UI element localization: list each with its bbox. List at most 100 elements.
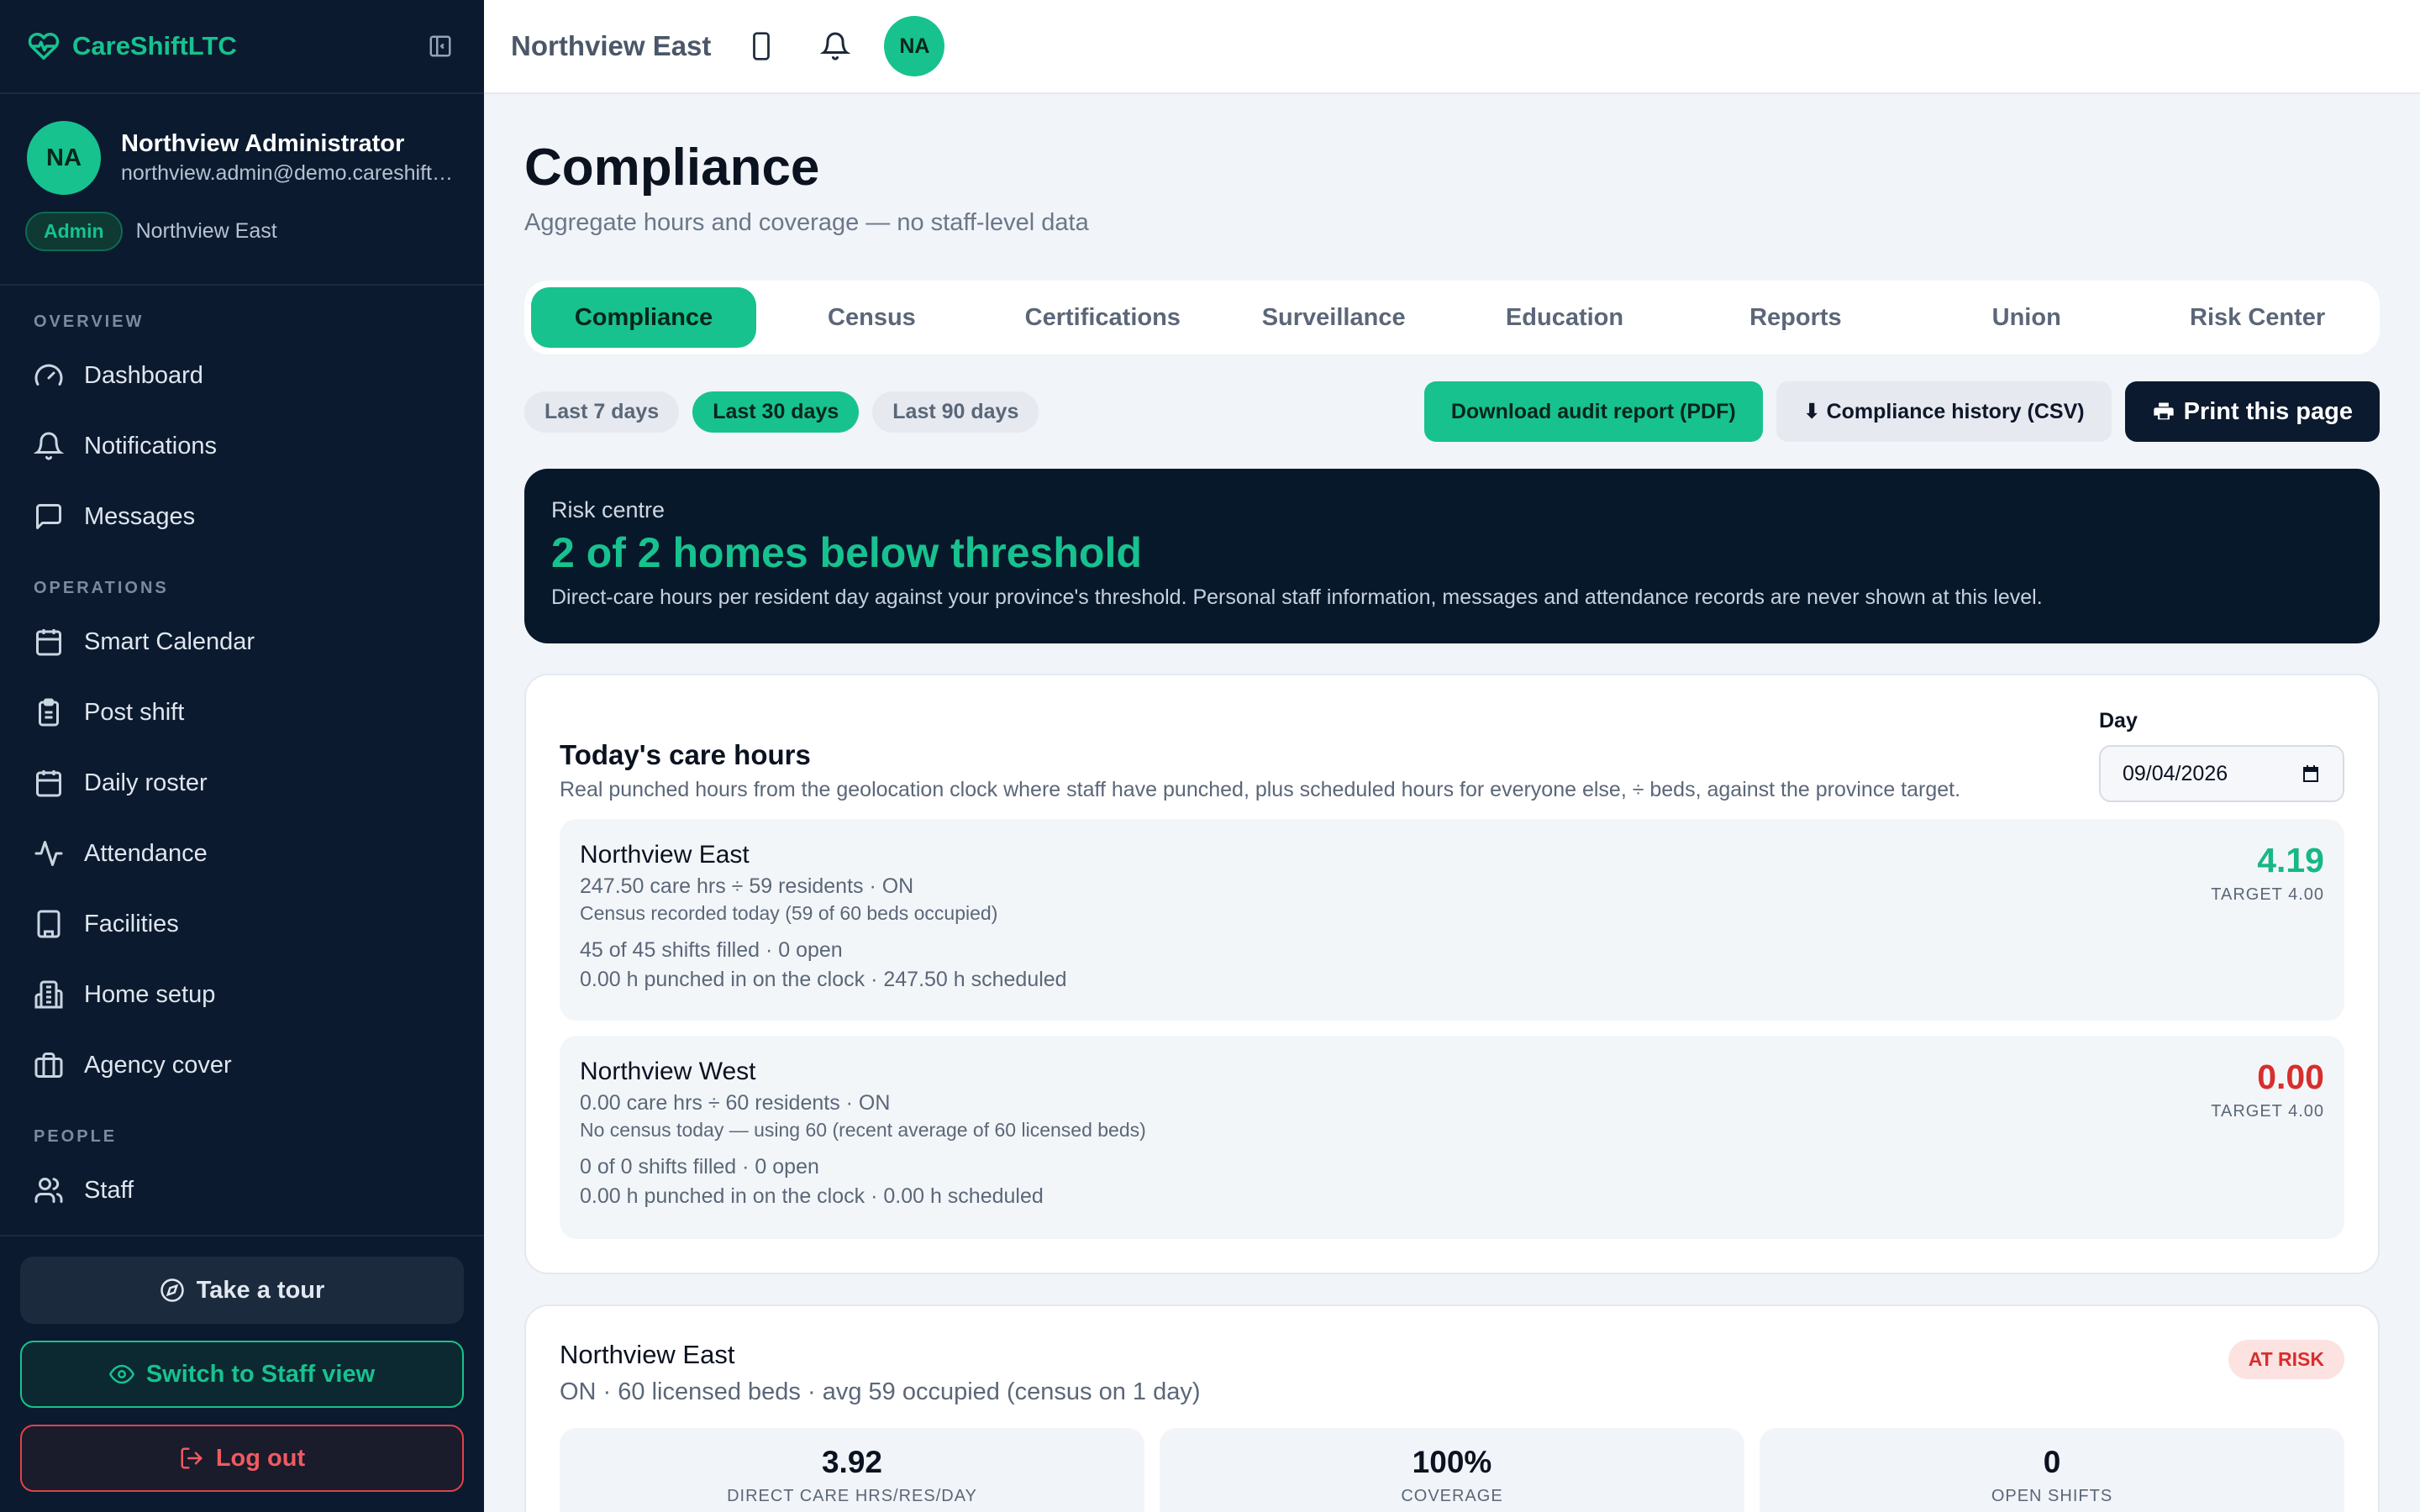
census-line: Census recorded today (59 of 60 beds occ… (580, 902, 998, 924)
home-name: Northview West (580, 1058, 756, 1085)
stat-direct-care: 3.92 DIRECT CARE HRS/RES/DAY (560, 1428, 1144, 1512)
sidebar-item-notifications[interactable]: Notifications (0, 411, 484, 481)
top-bar: Northview East NA (484, 0, 2420, 94)
nav-section-operations: OPERATIONS (34, 579, 169, 597)
users-icon (34, 1178, 63, 1203)
csv-label: ⬇ Compliance history (CSV) (1802, 400, 2085, 423)
collapse-sidebar-icon[interactable] (424, 29, 457, 63)
shifts-line: 0 of 0 shifts filled · 0 open (580, 1155, 819, 1179)
logout-label: Log out (215, 1444, 306, 1472)
punched-line: 0.00 h punched in on the clock · 0.00 h … (580, 1184, 1044, 1208)
sidebar-item-daily-roster[interactable]: Daily roster (0, 748, 484, 818)
avatar[interactable]: NA (27, 121, 101, 195)
stat-open-shifts: 0 OPEN SHIFTS (1760, 1428, 2344, 1512)
download-audit-pdf-button[interactable]: Download audit report (PDF) (1423, 381, 1763, 442)
eye-icon (108, 1364, 134, 1384)
user-home: Northview East (135, 219, 277, 243)
logout-button[interactable]: Log out (20, 1425, 464, 1492)
sidebar-item-label: Notifications (84, 432, 217, 459)
home-target: TARGET 4.00 (2211, 885, 2324, 904)
sidebar-item-attendance[interactable]: Attendance (0, 818, 484, 889)
sidebar-item-label: Post shift (84, 698, 185, 726)
home-care-row: Northview East 247.50 care hrs ÷ 59 resi… (560, 819, 2344, 1021)
sidebar-item-label: Attendance (84, 839, 208, 867)
care-hours-title: Today's care hours (560, 739, 811, 770)
stat-value: 0 (2043, 1445, 2061, 1479)
message-icon (36, 504, 61, 529)
bell-icon[interactable] (815, 26, 855, 66)
tab-compliance[interactable]: Compliance (531, 287, 756, 348)
sidebar-item-label: Dashboard (84, 361, 203, 389)
sidebar-item-staff[interactable]: Staff (0, 1155, 484, 1226)
sidebar-item-label: Daily roster (84, 769, 208, 796)
care-hours-card: Today's care hours Real punched hours fr… (524, 674, 2380, 1274)
home-target: TARGET 4.00 (2211, 1102, 2324, 1121)
stat-label: COVERAGE (1401, 1487, 1503, 1505)
sidebar-item-post-shift[interactable]: Post shift (0, 677, 484, 748)
heart-pulse-icon (27, 29, 60, 63)
tab-surveillance[interactable]: Surveillance (1218, 287, 1449, 348)
risk-label: Risk centre (551, 497, 666, 522)
sidebar-item-smart-calendar[interactable]: Smart Calendar (0, 606, 484, 677)
status-badge: AT RISK (2228, 1340, 2344, 1379)
switch-view-label: Switch to Staff view (145, 1360, 376, 1388)
stat-label: DIRECT CARE HRS/RES/DAY (727, 1487, 977, 1505)
tab-education[interactable]: Education (1449, 287, 1681, 348)
tab-risk-center[interactable]: Risk Center (2142, 287, 2373, 348)
building-icon (37, 910, 60, 938)
day-value: 09/04/2026 (2123, 761, 2228, 785)
tab-union[interactable]: Union (1911, 287, 2142, 348)
take-tour-button[interactable]: Take a tour (20, 1257, 464, 1324)
range-90-days[interactable]: Last 90 days (872, 391, 1039, 433)
calendar-icon (2303, 765, 2318, 782)
sidebar-item-agency-cover[interactable]: Agency cover (0, 1030, 484, 1100)
print-page-button[interactable]: Print this page (2124, 381, 2380, 442)
user-name: Northview Administrator (121, 130, 405, 157)
risk-centre-banner: Risk centre 2 of 2 homes below threshold… (524, 469, 2380, 643)
stat-value: 100% (1412, 1445, 1492, 1479)
sidebar-item-dashboard[interactable]: Dashboard (0, 340, 484, 411)
care-hours-line: 0.00 care hrs ÷ 60 residents · ON (580, 1091, 891, 1115)
home-care-row: Northview West 0.00 care hrs ÷ 60 reside… (560, 1036, 2344, 1239)
mobile-icon[interactable] (741, 26, 781, 66)
bell-icon (34, 432, 64, 460)
home-summary-card: Northview East ON · 60 licensed beds · a… (524, 1305, 2380, 1512)
census-line: No census today — using 60 (recent avera… (580, 1119, 1146, 1141)
sidebar-item-home-setup[interactable]: Home setup (0, 959, 484, 1030)
care-hours-subtitle: Real punched hours from the geolocation … (560, 778, 1961, 801)
download-pdf-label: Download audit report (PDF) (1450, 399, 1736, 423)
sidebar-item-facilities[interactable]: Facilities (0, 889, 484, 959)
user-email: northview.admin@demo.careshiftltc.com (121, 161, 457, 185)
sidebar-actions: Take a tour Switch to Staff view Log out (0, 1235, 484, 1512)
day-date-input[interactable]: 09/04/2026 (2099, 745, 2344, 802)
day-field: Day 09/04/2026 (2099, 709, 2344, 802)
avatar[interactable]: NA (884, 16, 945, 76)
main-content: Compliance Aggregate hours and coverage … (524, 94, 2380, 1512)
page-title: Compliance (524, 139, 820, 197)
stat-label: OPEN SHIFTS (1991, 1487, 2113, 1505)
shifts-line: 45 of 45 shifts filled · 0 open (580, 938, 843, 962)
range-7-days[interactable]: Last 7 days (524, 391, 680, 433)
sidebar-item-label: Staff (84, 1176, 134, 1204)
risk-headline: 2 of 2 homes below threshold (551, 529, 1142, 576)
briefcase-icon (34, 1053, 63, 1078)
punched-line: 0.00 h punched in on the clock · 247.50 … (580, 968, 1067, 991)
current-home-title: Northview East (511, 30, 712, 61)
range-30-days[interactable]: Last 30 days (692, 391, 860, 433)
sidebar-item-label: Agency cover (84, 1051, 232, 1079)
home-care-value: 4.19 (2257, 841, 2324, 879)
compliance-history-csv-button[interactable]: ⬇ Compliance history (CSV) (1776, 381, 2112, 442)
home-name: Northview East (580, 841, 750, 869)
tab-certifications[interactable]: Certifications (987, 287, 1218, 348)
nav-section-overview: OVERVIEW (34, 312, 145, 331)
calendar-icon (36, 770, 61, 797)
sidebar-item-messages[interactable]: Messages (0, 481, 484, 552)
printer-icon (2153, 402, 2174, 420)
activity-icon (34, 841, 63, 866)
tab-census[interactable]: Census (756, 287, 987, 348)
switch-staff-view-button[interactable]: Switch to Staff view (20, 1341, 464, 1408)
risk-description: Direct-care hours per resident day again… (551, 585, 2043, 609)
tab-reports[interactable]: Reports (1680, 287, 1911, 348)
summary-home-subtitle: ON · 60 licensed beds · avg 59 occupied … (560, 1378, 1201, 1405)
sidebar-item-label: Home setup (84, 980, 216, 1008)
